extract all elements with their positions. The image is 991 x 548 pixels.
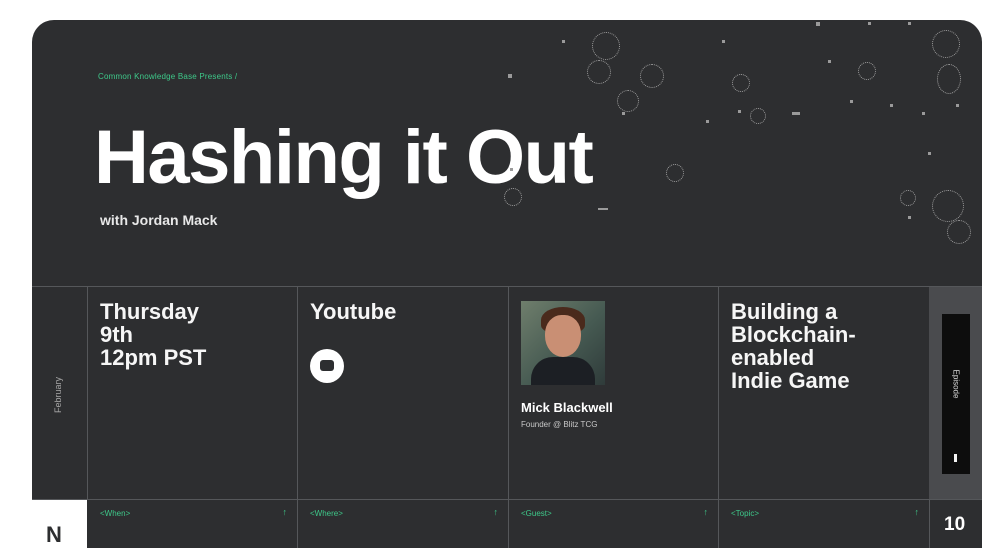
youtube-icon <box>310 349 344 383</box>
episode-dash <box>954 454 957 462</box>
footer-tag-when: <When> ↑ <box>87 500 298 548</box>
when-cell: Thursday 9th 12pm PST <box>87 287 298 499</box>
footer-tag-label: <Guest> <box>521 509 552 518</box>
arrow-up-icon: ↑ <box>282 507 288 517</box>
guest-name: Mick Blackwell <box>521 400 613 415</box>
guest-photo <box>521 301 605 385</box>
episode-number-box: 10 <box>929 500 982 548</box>
presenter-kicker: Common Knowledge Base Presents / <box>98 72 238 81</box>
guest-role: Founder @ Blitz TCG <box>521 420 598 429</box>
episode-bar: Episode <box>942 314 970 474</box>
show-title: Hashing it Out <box>94 115 594 200</box>
brand-logo: N <box>32 500 87 548</box>
footer-tag-where: <Where> ↑ <box>297 500 509 548</box>
footer-tag-label: <Topic> <box>731 509 760 518</box>
footer-tag-label: <When> <box>100 509 131 518</box>
episode-column: Episode <box>929 287 982 499</box>
arrow-up-icon: ↑ <box>493 507 499 517</box>
where-cell: Youtube <box>297 287 509 499</box>
logo-glyph: N <box>46 522 62 547</box>
host-subtitle: with Jordan Mack <box>100 212 218 228</box>
episode-card: Common Knowledge Base Presents / Hashing… <box>32 20 982 548</box>
footer-tag-guest: <Guest> ↑ <box>508 500 719 548</box>
topic-text: Building a Blockchain- enabled Indie Gam… <box>731 299 856 393</box>
month-column: February <box>32 287 88 499</box>
footer-tag-topic: <Topic> ↑ <box>718 500 930 548</box>
footer-tag-label: <Where> <box>310 509 343 518</box>
month-label: February <box>53 376 63 414</box>
topic-cell: Building a Blockchain- enabled Indie Gam… <box>718 287 930 499</box>
when-text: Thursday 9th 12pm PST <box>100 299 207 370</box>
footer-row: N <When> ↑ <Where> ↑ <Guest> ↑ <Topic> ↑… <box>32 499 982 548</box>
arrow-up-icon: ↑ <box>703 507 709 517</box>
episode-label: Episode <box>951 369 961 399</box>
arrow-up-icon: ↑ <box>914 507 920 517</box>
episode-number: 10 <box>944 514 966 535</box>
guest-cell: Mick Blackwell Founder @ Blitz TCG <box>508 287 719 499</box>
where-text: Youtube <box>310 299 397 324</box>
info-grid: February Thursday 9th 12pm PST Youtube M… <box>32 286 982 548</box>
